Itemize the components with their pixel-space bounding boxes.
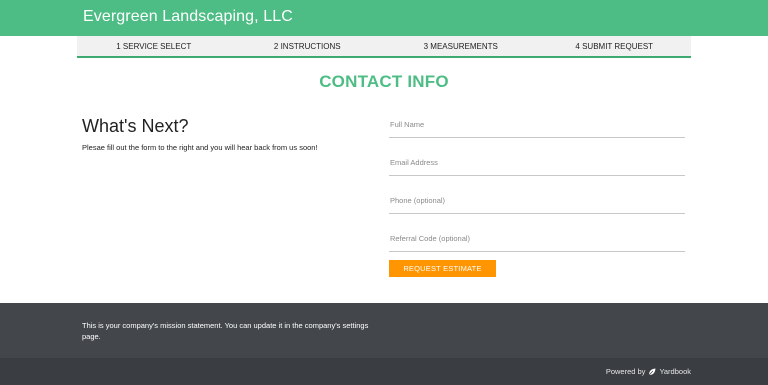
powered-by-brand: Yardbook [659,367,691,376]
step-submit-request[interactable]: 4 SUBMIT REQUEST [538,36,692,56]
step-instructions[interactable]: 2 INSTRUCTIONS [231,36,385,56]
mission-statement: This is your company's mission statement… [82,321,369,341]
step-navigation: 1 SERVICE SELECT 2 INSTRUCTIONS 3 MEASUR… [77,36,691,58]
powered-by[interactable]: Powered by Yardbook [606,367,691,376]
full-name-input[interactable] [389,116,685,138]
email-input[interactable] [389,154,685,176]
sub-footer: Powered by Yardbook [0,358,768,385]
brand-name: Evergreen Landscaping, LLC [83,8,293,25]
request-estimate-button[interactable]: REQUEST ESTIMATE [389,260,496,277]
step-measurements[interactable]: 3 MEASUREMENTS [384,36,538,56]
step-service-select[interactable]: 1 SERVICE SELECT [77,36,231,56]
referral-code-input[interactable] [389,230,685,252]
phone-input[interactable] [389,192,685,214]
whats-next-text: Plesae fill out the form to the right an… [82,143,318,152]
leaf-icon [648,368,656,376]
footer: This is your company's mission statement… [0,303,768,358]
page-title: CONTACT INFO [319,72,449,91]
top-header-bar: Evergreen Landscaping, LLC [0,0,768,36]
powered-by-label: Powered by [605,367,646,376]
whats-next-heading: What's Next? [82,116,189,136]
